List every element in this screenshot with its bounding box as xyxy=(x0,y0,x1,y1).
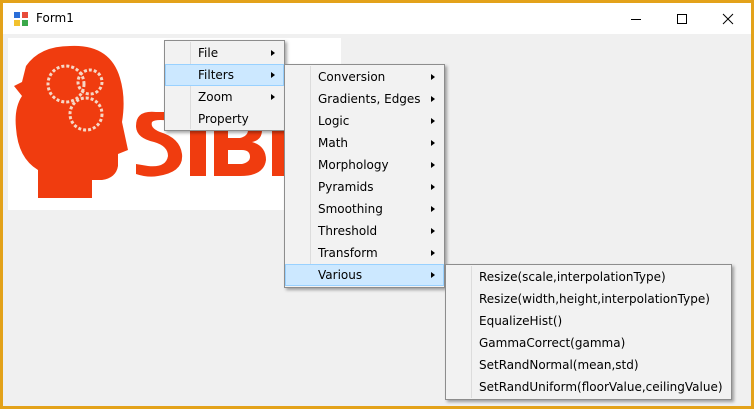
menu-item-label: Conversion xyxy=(318,70,386,84)
minimize-button[interactable] xyxy=(613,3,659,34)
menu-item-gamma-correct[interactable]: GammaCorrect(gamma) xyxy=(446,332,731,354)
submenu-arrow-icon xyxy=(431,162,435,168)
menu-item-label: Logic xyxy=(318,114,350,128)
menu-item-label: Threshold xyxy=(318,224,378,238)
menu-item-label: Math xyxy=(318,136,349,150)
menu-item-label: Resize(width,height,interpolationType) xyxy=(479,292,710,306)
menu-item-label: EqualizeHist() xyxy=(479,314,563,328)
menu-item-label: SetRandNormal(mean,std) xyxy=(479,358,639,372)
menu-item-filters[interactable]: Filters xyxy=(165,64,284,86)
menu-item-label: Filters xyxy=(198,68,234,82)
menu-item-label: Zoom xyxy=(198,90,233,104)
menu-item-conversion[interactable]: Conversion xyxy=(285,66,444,88)
menu-item-set-rand-uniform[interactable]: SetRandUniform(floorValue,ceilingValue) xyxy=(446,376,731,398)
submenu-arrow-icon xyxy=(271,94,275,100)
menu-item-label: Smoothing xyxy=(318,202,383,216)
menu-item-label: Resize(scale,interpolationType) xyxy=(479,270,666,284)
menu-item-logic[interactable]: Logic xyxy=(285,110,444,132)
menu-item-label: File xyxy=(198,46,219,60)
submenu-arrow-icon xyxy=(271,72,275,78)
close-button[interactable] xyxy=(705,3,751,34)
menu-item-math[interactable]: Math xyxy=(285,132,444,154)
submenu-arrow-icon xyxy=(431,96,435,102)
window-title: Form1 xyxy=(36,11,74,25)
menu-item-gradients-edges[interactable]: Gradients, Edges xyxy=(285,88,444,110)
menu-item-label: Transform xyxy=(318,246,378,260)
submenu-arrow-icon xyxy=(431,206,435,212)
submenu-arrow-icon xyxy=(431,250,435,256)
menu-item-threshold[interactable]: Threshold xyxy=(285,220,444,242)
submenu-various: Resize(scale,interpolationType) Resize(w… xyxy=(445,264,732,400)
menu-item-label: SetRandUniform(floorValue,ceilingValue) xyxy=(479,380,723,394)
submenu-arrow-icon xyxy=(431,140,435,146)
maximize-button[interactable] xyxy=(659,3,705,34)
menu-item-label: Pyramids xyxy=(318,180,374,194)
menu-item-smoothing[interactable]: Smoothing xyxy=(285,198,444,220)
menu-item-property[interactable]: Property xyxy=(165,108,284,130)
menu-item-label: Gradients, Edges xyxy=(318,92,421,106)
menu-item-zoom[interactable]: Zoom xyxy=(165,86,284,108)
minimize-icon xyxy=(631,18,641,20)
menu-item-resize-scale[interactable]: Resize(scale,interpolationType) xyxy=(446,266,731,288)
close-icon xyxy=(722,13,734,24)
submenu-arrow-icon xyxy=(431,272,435,278)
submenu-arrow-icon xyxy=(431,74,435,80)
submenu-arrow-icon xyxy=(431,228,435,234)
submenu-arrow-icon xyxy=(431,118,435,124)
title-bar[interactable]: Form1 xyxy=(3,3,751,34)
menu-item-label: Property xyxy=(198,112,249,126)
menu-item-file[interactable]: File xyxy=(165,42,284,64)
menu-item-transform[interactable]: Transform xyxy=(285,242,444,264)
context-menu-main: File Filters Zoom Property xyxy=(164,40,285,131)
menu-item-equalize-hist[interactable]: EqualizeHist() xyxy=(446,310,731,332)
menu-item-resize-width-height[interactable]: Resize(width,height,interpolationType) xyxy=(446,288,731,310)
menu-item-morphology[interactable]: Morphology xyxy=(285,154,444,176)
submenu-arrow-icon xyxy=(271,50,275,56)
menu-item-label: Morphology xyxy=(318,158,389,172)
winforms-app-icon xyxy=(13,11,29,27)
submenu-arrow-icon xyxy=(431,184,435,190)
menu-item-label: Various xyxy=(318,268,363,282)
submenu-filters: Conversion Gradients, Edges Logic Math M… xyxy=(284,64,445,288)
menu-item-set-rand-normal[interactable]: SetRandNormal(mean,std) xyxy=(446,354,731,376)
menu-item-various[interactable]: Various xyxy=(285,264,444,286)
maximize-icon xyxy=(677,13,687,24)
menu-item-pyramids[interactable]: Pyramids xyxy=(285,176,444,198)
menu-item-label: GammaCorrect(gamma) xyxy=(479,336,626,350)
